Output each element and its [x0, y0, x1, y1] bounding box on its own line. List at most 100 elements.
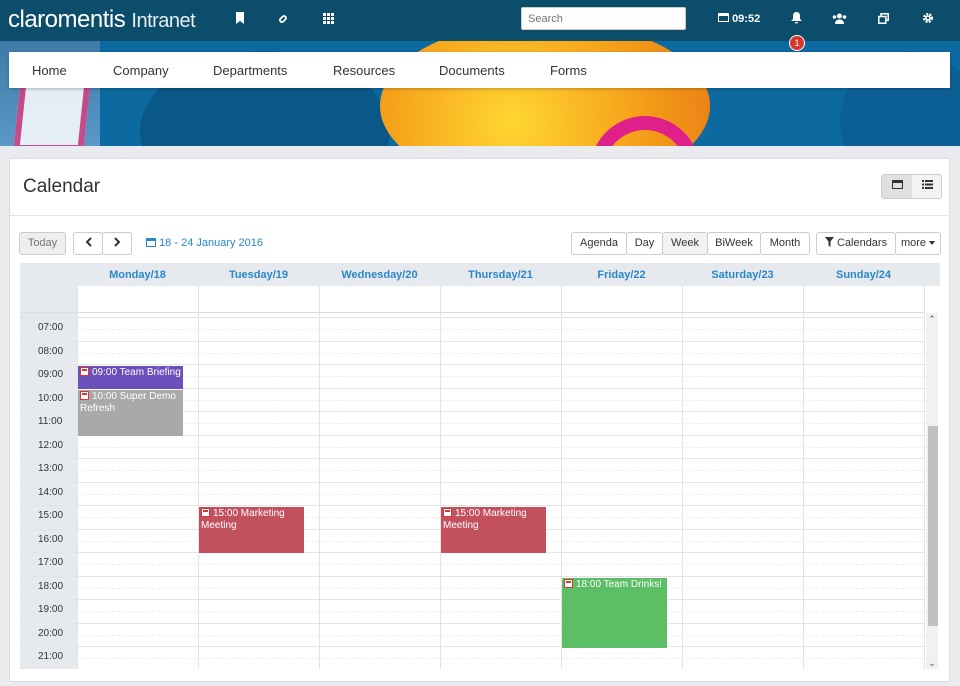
prev-button[interactable] [73, 232, 103, 255]
link-icon[interactable] [275, 11, 293, 29]
view-day-button[interactable]: Day [626, 232, 663, 255]
view-toggle [881, 174, 942, 199]
hour-label: 09:00 [38, 369, 64, 380]
calendar-icon [146, 237, 159, 249]
nav-item-departments[interactable]: Departments [213, 63, 287, 78]
hour-line [20, 623, 924, 624]
nav-item-home[interactable]: Home [32, 63, 67, 78]
date-range[interactable]: 18 - 24 January 2016 [146, 237, 263, 249]
half-hour-line [77, 658, 924, 659]
calendars-label: Calendars [836, 237, 888, 249]
bookmark-icon[interactable] [231, 11, 249, 29]
bell-icon[interactable] [787, 11, 805, 29]
hour-label: 07:00 [38, 322, 64, 333]
day-column-divider [924, 286, 925, 669]
hour-label: 12:00 [38, 440, 64, 451]
main-nav: Home Company Departments Resources Docum… [9, 52, 950, 88]
half-hour-line [77, 564, 924, 565]
half-hour-line [77, 588, 924, 589]
nav-item-forms[interactable]: Forms [550, 63, 587, 78]
nav-item-resources[interactable]: Resources [333, 63, 395, 78]
half-hour-line [77, 494, 924, 495]
view-month-button[interactable]: Month [760, 232, 810, 255]
day-header-sunday-24[interactable]: Sunday/24 [803, 269, 924, 281]
gear-icon[interactable] [919, 11, 937, 29]
day-header-thursday-21[interactable]: Thursday/21 [440, 269, 561, 281]
scroll-up-icon[interactable]: ⌃ [926, 313, 938, 325]
date-range-text: 18 - 24 January 2016 [159, 237, 264, 249]
scrollbar[interactable]: ⌃ ⌄ [926, 313, 938, 669]
clock[interactable]: 09:52 [718, 12, 760, 25]
calendar-event[interactable]: 09:00 Team Briefing [78, 366, 183, 389]
windows-icon[interactable] [874, 11, 892, 29]
apps-grid-icon[interactable] [319, 11, 337, 29]
hour-label: 19:00 [38, 604, 64, 615]
calendars-filter-button[interactable]: Calendars [816, 232, 896, 255]
hour-label: 15:00 [38, 510, 64, 521]
week-grid: ⌃ ⌄ Monday/18 Tuesday/19 Wednesday/20 Thurs… [20, 263, 940, 669]
more-label: more [900, 237, 926, 249]
day-header-friday-22[interactable]: Friday/22 [561, 269, 682, 281]
view-biweek-button[interactable]: BiWeek [707, 232, 761, 255]
caret-down-icon [929, 237, 936, 249]
today-button[interactable]: Today [19, 232, 66, 255]
hour-line [20, 458, 924, 459]
hour-line [20, 505, 924, 506]
event-calendar-icon [80, 391, 89, 400]
chevron-left-icon [85, 237, 92, 249]
next-button[interactable] [102, 232, 132, 255]
half-hour-line [77, 611, 924, 612]
day-header-wednesday-20[interactable]: Wednesday/20 [319, 269, 440, 281]
list-view-icon[interactable] [912, 175, 942, 198]
calendar-view-icon[interactable] [882, 175, 912, 198]
scroll-thumb[interactable] [928, 426, 938, 626]
filter-icon [824, 237, 837, 249]
hour-label: 17:00 [38, 557, 64, 568]
calendar-event[interactable]: 18:00 Team Drinks! [562, 578, 667, 648]
hour-label: 18:00 [38, 581, 64, 592]
hour-label: 08:00 [38, 346, 64, 357]
day-header-monday-18[interactable]: Monday/18 [77, 269, 198, 281]
logo-text: claromentis [8, 6, 126, 33]
page-title: Calendar [23, 176, 101, 197]
half-hour-line [77, 329, 924, 330]
calendar-event[interactable]: 15:00 Marketing Meeting [441, 507, 546, 553]
hour-line [20, 364, 924, 365]
hour-label: 20:00 [38, 628, 64, 639]
chevron-right-icon [113, 237, 121, 249]
logo[interactable]: claromentis Intranet [8, 6, 196, 34]
nav-item-company[interactable]: Company [113, 63, 169, 78]
half-hour-line [77, 470, 924, 471]
top-bar: claromentis Intranet 09:52 [0, 0, 960, 41]
scroll-down-icon[interactable]: ⌄ [926, 657, 938, 669]
calendar-panel: Calendar Today 18 - 24 January 2016 Agen… [9, 158, 950, 682]
clock-time: 09:52 [732, 13, 761, 25]
calendar-event[interactable]: 10:00 Super Demo Refresh [78, 390, 183, 436]
more-dropdown[interactable]: more [895, 232, 941, 255]
view-week-button[interactable]: Week [662, 232, 708, 255]
all-day-row[interactable] [20, 286, 924, 313]
event-calendar-icon [443, 508, 452, 517]
hour-label: 21:00 [38, 651, 64, 662]
hour-line [20, 646, 924, 647]
hour-label: 11:00 [38, 416, 63, 427]
half-hour-line [77, 423, 924, 424]
calendar-icon [718, 13, 732, 25]
users-icon[interactable] [830, 11, 848, 29]
calendar-event[interactable]: 15:00 Marketing Meeting [199, 507, 304, 553]
event-calendar-icon [201, 508, 210, 517]
event-title: 09:00 Team Briefing [92, 367, 181, 378]
view-agenda-button[interactable]: Agenda [571, 232, 627, 255]
day-header-saturday-23[interactable]: Saturday/23 [682, 269, 803, 281]
nav-item-documents[interactable]: Documents [439, 63, 505, 78]
day-header-tuesday-19[interactable]: Tuesday/19 [198, 269, 319, 281]
event-title: 15:00 Marketing Meeting [201, 508, 285, 531]
hour-label: 16:00 [38, 534, 64, 545]
search-input[interactable] [521, 7, 686, 30]
hour-line [20, 599, 924, 600]
hour-line [20, 317, 924, 318]
hour-label: 10:00 [38, 393, 64, 404]
event-calendar-icon [564, 579, 573, 588]
notification-badge[interactable]: 1 [789, 35, 805, 51]
hour-line [20, 576, 924, 577]
